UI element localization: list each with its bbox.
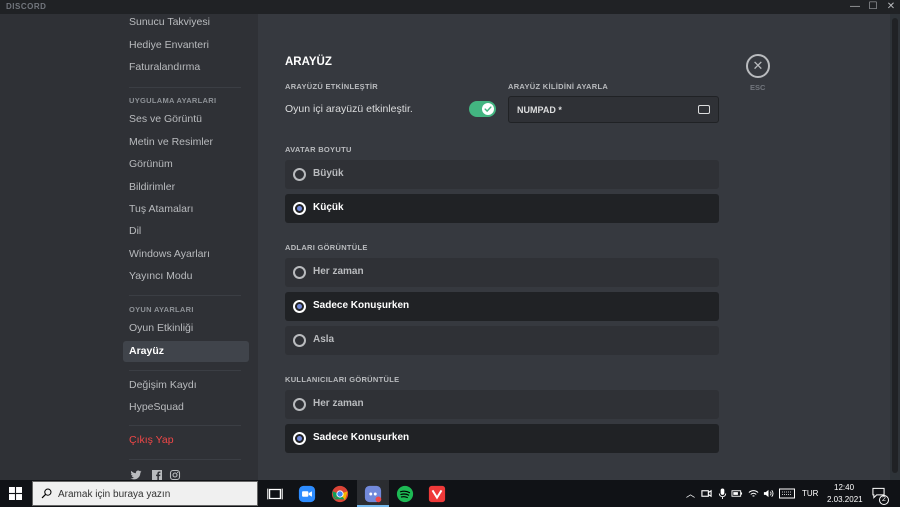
overlay-lock-label: ARAYÜZ KİLİDİNİ AYARLA: [508, 82, 609, 91]
sidebar-item-notifications[interactable]: Bildirimler: [123, 177, 249, 198]
radio-circle: [293, 202, 306, 215]
sidebar-divider: [129, 370, 241, 371]
display-names-label: ADLARI GÖRÜNTÜLE: [285, 243, 368, 252]
sidebar-item-windows-settings[interactable]: Windows Ayarları: [123, 244, 249, 265]
clock-time[interactable]: 12:40: [834, 483, 854, 492]
discord-app-icon[interactable]: [364, 485, 382, 503]
radio-label: Küçük: [313, 202, 344, 213]
display-users-label: KULLANICILARI GÖRÜNTÜLE: [285, 375, 400, 384]
radio-names-speaking[interactable]: Sadece Konuşurken: [285, 292, 719, 321]
close-window-button[interactable]: ✕: [882, 0, 900, 14]
clock-date[interactable]: 2.03.2021: [827, 495, 863, 504]
task-view-icon[interactable]: [266, 485, 284, 503]
radio-users-always[interactable]: Her zaman: [285, 390, 719, 419]
keyboard-icon: [698, 105, 710, 114]
microphone-icon[interactable]: [717, 488, 728, 499]
radio-label: Her zaman: [313, 266, 364, 277]
esc-label: ESC: [750, 83, 766, 92]
radio-circle: [293, 266, 306, 279]
enable-overlay-toggle[interactable]: [469, 101, 496, 117]
sidebar-item-text-images[interactable]: Metin ve Resimler: [123, 132, 249, 153]
keybind-value: NUMPAD *: [517, 105, 562, 115]
content-scrollbar-thumb[interactable]: [892, 18, 898, 473]
battery-icon[interactable]: [731, 488, 743, 499]
radio-circle: [293, 300, 306, 313]
sidebar-divider: [129, 459, 241, 460]
taskbar-search[interactable]: Aramak için buraya yazın: [32, 481, 258, 506]
minimize-button[interactable]: —: [846, 0, 864, 14]
sidebar-header-app-settings: UYGULAMA AYARLARI: [129, 96, 217, 105]
tray-chevron-up-icon[interactable]: ︿: [686, 487, 695, 500]
wifi-icon[interactable]: [748, 488, 759, 499]
enable-overlay-text: Oyun içi arayüzü etkinleştir.: [285, 103, 413, 115]
radio-label: Asla: [313, 334, 335, 345]
search-placeholder: Aramak için buraya yazın: [58, 489, 171, 500]
chrome-icon[interactable]: [331, 485, 349, 503]
radio-names-always[interactable]: Her zaman: [285, 258, 719, 287]
overlay-lock-keybind[interactable]: NUMPAD *: [508, 96, 719, 123]
sidebar-divider: [129, 425, 241, 426]
sidebar-divider: [129, 295, 241, 296]
page-title: ARAYÜZ: [285, 56, 332, 68]
speaker-icon[interactable]: [763, 488, 774, 499]
camera-icon[interactable]: [701, 488, 712, 499]
sidebar-item-voice-video[interactable]: Ses ve Görüntü: [123, 109, 249, 130]
sidebar-item-changelog[interactable]: Değişim Kaydı: [123, 375, 249, 396]
sidebar-item-keybinds[interactable]: Tuş Atamaları: [123, 199, 249, 220]
sidebar-item-overlay[interactable]: Arayüz: [123, 341, 249, 362]
sidebar-item-billing[interactable]: Faturalandırma: [123, 57, 249, 78]
sidebar-item-language[interactable]: Dil: [123, 221, 249, 242]
notification-count-badge: 2: [879, 495, 889, 505]
enable-overlay-label: ARAYÜZÜ ETKİNLEŞTİR: [285, 82, 378, 91]
sidebar-header-game-settings: OYUN AYARLARI: [129, 305, 194, 314]
radio-names-never[interactable]: Asla: [285, 326, 719, 355]
search-icon: [41, 488, 52, 499]
windows-start-icon[interactable]: [9, 487, 22, 500]
sidebar-item-gift-inventory[interactable]: Hediye Envanteri: [123, 35, 249, 56]
maximize-button[interactable]: ☐: [864, 0, 882, 14]
radio-label: Her zaman: [313, 398, 364, 409]
radio-circle: [293, 398, 306, 411]
sidebar-item-streamer-mode[interactable]: Yayıncı Modu: [123, 266, 249, 287]
app-brand: DISCORD: [6, 2, 47, 11]
zoom-app-icon[interactable]: [298, 485, 316, 503]
radio-label: Sadece Konuşurken: [313, 300, 410, 311]
sidebar-item-server-boost[interactable]: Sunucu Takviyesi: [123, 12, 249, 33]
sidebar-item-hypesquad[interactable]: HypeSquad: [123, 397, 249, 418]
radio-circle: [293, 334, 306, 347]
vivaldi-icon[interactable]: [428, 485, 446, 503]
close-settings-button[interactable]: ✕: [746, 54, 770, 78]
radio-avatar-large[interactable]: Büyük: [285, 160, 719, 189]
sidebar-item-logout[interactable]: Çıkış Yap: [123, 430, 249, 451]
avatar-size-label: AVATAR BOYUTU: [285, 145, 352, 154]
sidebar-divider: [129, 87, 241, 88]
radio-users-speaking[interactable]: Sadece Konuşurken: [285, 424, 719, 453]
keyboard-layout-icon[interactable]: [779, 488, 795, 499]
spotify-icon[interactable]: [396, 485, 414, 503]
discord-window: DISCORD — ☐ ✕ Sunucu Takviyesi Hediye En…: [0, 0, 900, 507]
radio-circle: [293, 432, 306, 445]
sidebar-item-game-activity[interactable]: Oyun Etkinliği: [123, 318, 249, 339]
check-icon: [484, 106, 492, 113]
radio-label: Sadece Konuşurken: [313, 432, 410, 443]
sidebar-item-appearance[interactable]: Görünüm: [123, 154, 249, 175]
radio-label: Büyük: [313, 168, 344, 179]
radio-avatar-small[interactable]: Küçük: [285, 194, 719, 223]
input-language[interactable]: TUR: [802, 489, 818, 498]
radio-circle: [293, 168, 306, 181]
